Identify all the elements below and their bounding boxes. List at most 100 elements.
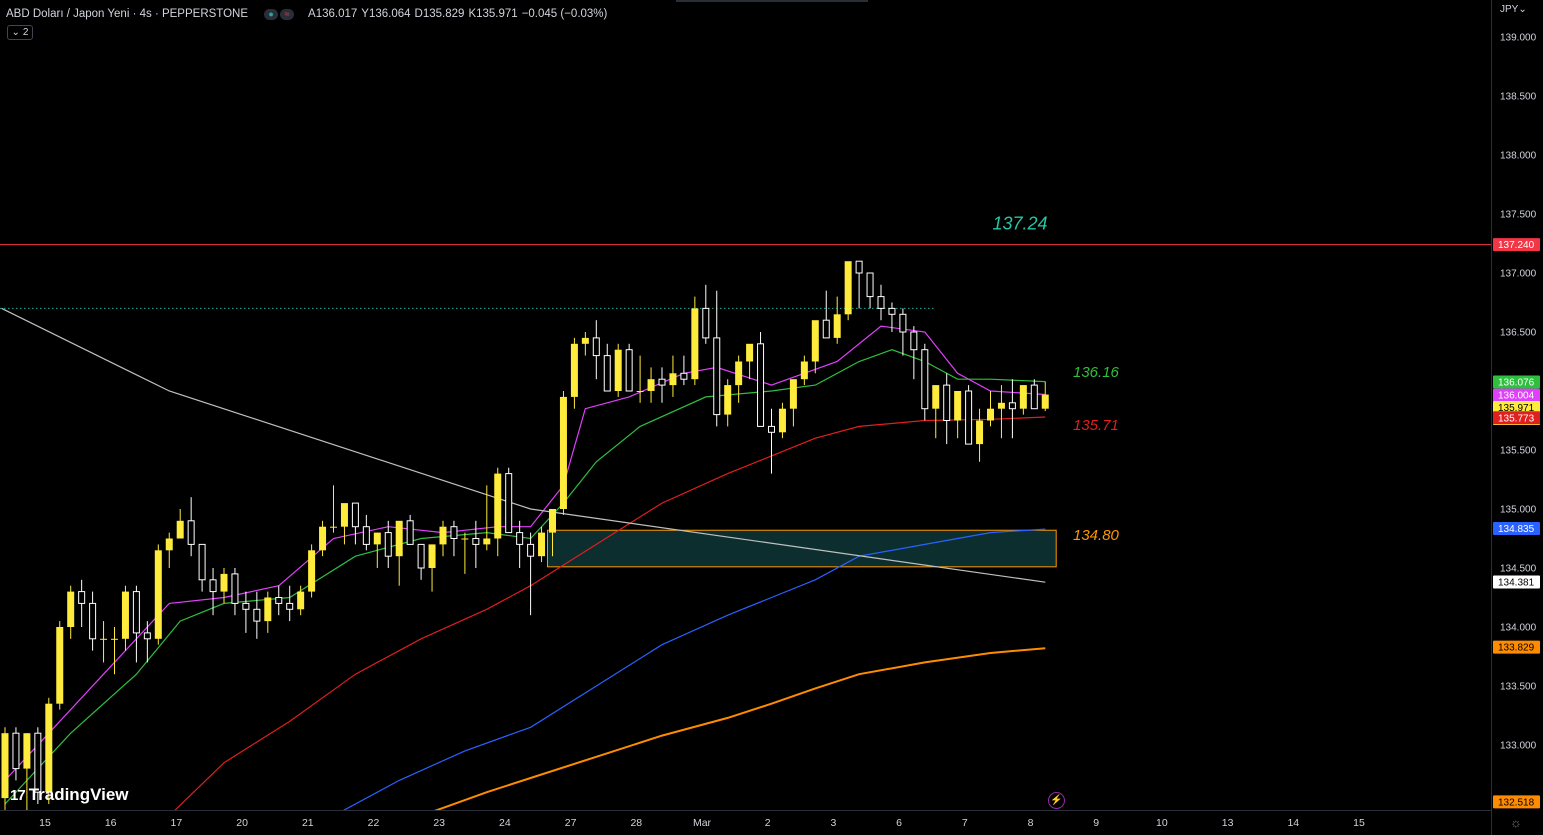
candle[interactable] <box>275 585 283 616</box>
candle[interactable] <box>12 727 20 781</box>
candle[interactable] <box>811 320 819 374</box>
candle[interactable] <box>987 391 994 427</box>
candle[interactable] <box>56 621 64 710</box>
candle[interactable] <box>1 727 9 810</box>
candle[interactable] <box>559 391 567 515</box>
candle[interactable] <box>921 343 929 421</box>
candle[interactable] <box>472 520 480 568</box>
candle[interactable] <box>724 379 732 427</box>
candle[interactable] <box>340 503 348 545</box>
candle[interactable] <box>439 520 447 557</box>
candle[interactable] <box>866 272 874 309</box>
candle[interactable] <box>822 290 830 339</box>
candle[interactable] <box>833 296 841 344</box>
candle[interactable] <box>778 402 786 439</box>
wave-icon[interactable]: ≈ <box>280 8 295 20</box>
candle[interactable] <box>100 621 108 663</box>
eye-icon[interactable]: ● <box>264 8 279 20</box>
candle[interactable] <box>154 544 162 645</box>
candle[interactable] <box>362 514 370 551</box>
candle[interactable] <box>406 514 414 545</box>
sma-orange-line[interactable] <box>421 647 1046 816</box>
currency-selector[interactable]: JPY⌄ <box>1500 4 1527 15</box>
candle[interactable] <box>330 485 337 533</box>
candle[interactable] <box>757 332 765 427</box>
candle[interactable] <box>702 284 710 344</box>
candle[interactable] <box>297 585 305 616</box>
candle[interactable] <box>625 343 633 392</box>
candle[interactable] <box>691 296 699 386</box>
candle[interactable] <box>143 621 151 663</box>
time-axis[interactable]: 15 16 17 20 21 22 23 24 27 28 Mar 2 3 6 7 8 9 10 13 14 15 <box>39 817 1365 829</box>
candle[interactable] <box>844 261 852 321</box>
candle[interactable] <box>505 467 513 534</box>
candle[interactable] <box>253 591 261 639</box>
sma-blue-line[interactable] <box>334 528 1046 816</box>
candle[interactable] <box>450 520 458 557</box>
candle[interactable] <box>680 355 688 386</box>
flash-icon[interactable]: ⚡ <box>1048 792 1065 809</box>
candle[interactable] <box>242 591 250 633</box>
candle[interactable] <box>768 408 775 474</box>
candle[interactable] <box>516 520 524 568</box>
candle[interactable] <box>198 543 206 592</box>
candle[interactable] <box>658 367 666 403</box>
candle[interactable] <box>527 532 535 616</box>
price-axis[interactable]: 139.000 138.500 138.000 137.500 137.000 136.5… <box>1493 33 1540 809</box>
candle[interactable] <box>581 332 589 356</box>
candle[interactable] <box>669 355 677 397</box>
candle[interactable] <box>636 355 644 403</box>
candle[interactable] <box>132 585 140 663</box>
candle[interactable] <box>932 385 940 439</box>
candle[interactable] <box>351 502 359 545</box>
candle[interactable] <box>67 585 75 639</box>
candle[interactable] <box>899 308 907 356</box>
support-zone[interactable] <box>547 529 1057 568</box>
sma-red-line[interactable] <box>169 416 1046 816</box>
candle[interactable] <box>943 373 951 445</box>
candle[interactable] <box>461 532 469 574</box>
candle[interactable] <box>264 591 272 633</box>
candle[interactable] <box>614 343 622 397</box>
candle[interactable] <box>789 379 797 427</box>
candle[interactable] <box>286 585 294 622</box>
candle[interactable] <box>910 326 918 380</box>
symbol-title[interactable]: ABD Doları / Japon Yeni · 4s · PEPPERSTO… <box>6 8 248 20</box>
candle[interactable] <box>373 532 381 568</box>
candle[interactable] <box>89 591 97 651</box>
candle[interactable] <box>1008 379 1016 439</box>
candle[interactable] <box>319 520 327 557</box>
gear-icon[interactable]: ☼ <box>1510 815 1522 830</box>
candle[interactable] <box>647 367 655 403</box>
candle[interactable] <box>855 260 863 309</box>
candle[interactable] <box>111 627 118 675</box>
top-drag-bar[interactable] <box>676 0 868 2</box>
candle[interactable] <box>965 385 973 445</box>
price-chart[interactable]: 137.24136.16135.71134.80139.000138.50013… <box>0 0 1543 835</box>
candle[interactable] <box>1030 379 1038 410</box>
candle[interactable] <box>1019 385 1027 415</box>
candle[interactable] <box>538 526 546 563</box>
candle[interactable] <box>308 544 316 598</box>
candle[interactable] <box>800 355 808 386</box>
candle[interactable] <box>954 391 962 439</box>
candle[interactable] <box>494 467 502 557</box>
candle[interactable] <box>384 520 392 568</box>
indicators-collapse-button[interactable]: ⌄ 2 <box>7 25 33 40</box>
candle[interactable] <box>176 509 184 539</box>
candle[interactable] <box>395 520 403 586</box>
plot-area[interactable] <box>0 244 1491 816</box>
candle[interactable] <box>428 544 436 592</box>
candle[interactable] <box>78 579 86 627</box>
candle[interactable] <box>570 337 578 409</box>
candle[interactable] <box>877 284 885 321</box>
candle[interactable] <box>997 385 1005 439</box>
candle[interactable] <box>1041 381 1049 412</box>
candle[interactable] <box>603 343 611 392</box>
candle[interactable] <box>746 343 754 380</box>
candle[interactable] <box>735 355 743 403</box>
candle[interactable] <box>121 585 129 651</box>
candle[interactable] <box>592 320 600 380</box>
candle[interactable] <box>165 532 173 568</box>
candle[interactable] <box>713 290 721 427</box>
